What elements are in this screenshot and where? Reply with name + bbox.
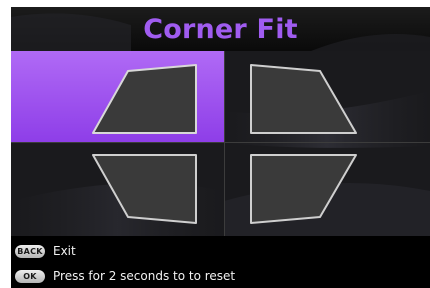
back-key-icon: BACK: [15, 244, 45, 258]
grid-divider-horizontal: [11, 142, 430, 143]
page-title: Corner Fit: [143, 13, 298, 45]
grid-divider-vertical: [224, 51, 225, 236]
corner-tile-bottom-left[interactable]: [11, 143, 224, 236]
corner-tile-top-right[interactable]: [225, 51, 430, 142]
corner-tile-bottom-right[interactable]: [225, 143, 430, 236]
keystone-top-right-icon: [250, 64, 357, 134]
ok-key-icon: OK: [15, 269, 45, 283]
hint-footer: BACK Exit OK Press for 2 seconds to to r…: [11, 236, 430, 288]
keystone-top-left-icon: [92, 64, 197, 134]
hint-ok-label: Press for 2 seconds to to reset: [53, 269, 236, 283]
osd-window: Corner Fit BACK Exit OK Press for 2 seco…: [11, 7, 430, 288]
hint-back-label: Exit: [53, 244, 76, 258]
corner-grid: [11, 51, 430, 236]
hint-back: BACK Exit: [15, 242, 76, 260]
keystone-bottom-left-icon: [92, 154, 197, 224]
title-bar: Corner Fit: [11, 7, 430, 51]
hint-ok: OK Press for 2 seconds to to reset: [15, 267, 235, 285]
corner-tile-top-left[interactable]: [11, 51, 224, 142]
keystone-bottom-right-icon: [250, 154, 357, 224]
